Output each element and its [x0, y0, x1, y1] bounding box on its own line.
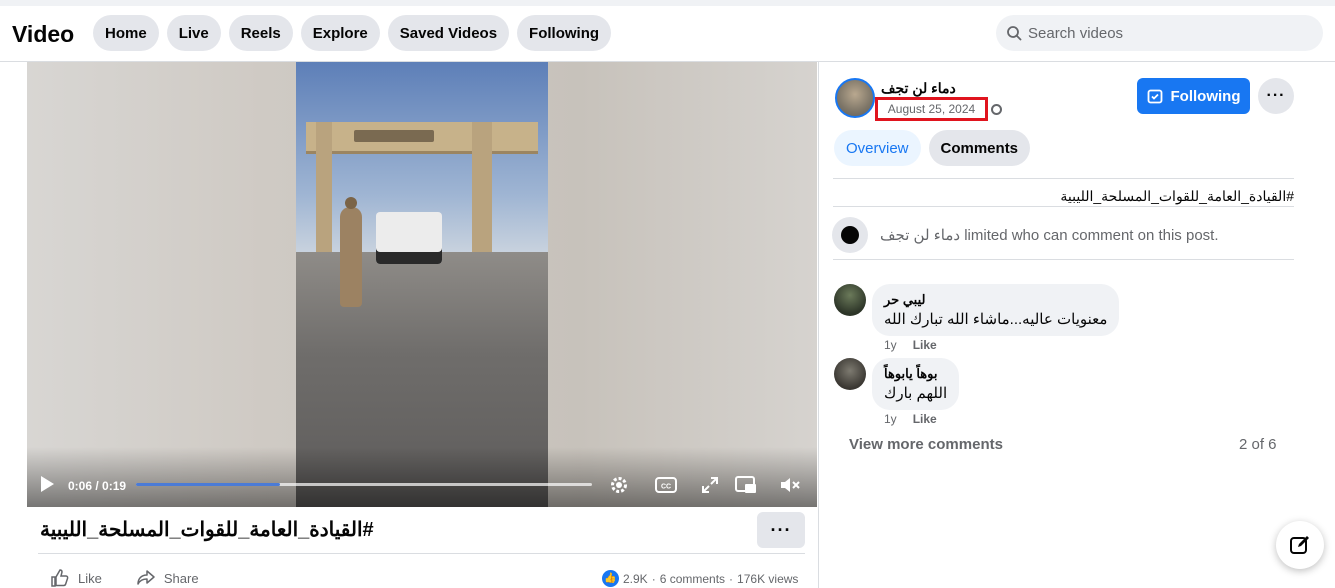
share-label: Share	[163, 570, 199, 586]
mute-icon[interactable]	[778, 473, 802, 497]
comment-like-button[interactable]: Like	[913, 338, 937, 352]
compose-icon	[1290, 536, 1309, 554]
post-date[interactable]: August 25, 2024	[875, 97, 988, 121]
comment-text: معنويات عاليه...ماشاء الله تبارك الله	[884, 311, 1108, 328]
divider	[38, 553, 805, 554]
commenter-name[interactable]: ليبي حر	[884, 292, 1107, 308]
video-timecode: 0:06 / 0:19	[68, 479, 127, 493]
reaction-count[interactable]: 2.9K	[623, 572, 648, 586]
comment-limit-text: دماء لن تجف limited who can comment on t…	[880, 227, 1219, 244]
video-player[interactable]: 0:06 / 0:19 CC	[27, 62, 817, 507]
post-hashtag[interactable]: #القيادة_العامة_للقوات_المسلحة_الليبية	[833, 188, 1294, 205]
comment-age[interactable]: 1y	[884, 338, 897, 352]
comment-meta: 1y Like	[884, 412, 937, 426]
search-icon	[1007, 26, 1022, 41]
share-icon	[137, 570, 155, 585]
following-check-icon	[1147, 89, 1162, 104]
view-count: 176K views	[737, 571, 799, 586]
comment-meta: 1y Like	[884, 338, 937, 352]
video-soldier	[340, 197, 362, 307]
more-options-button[interactable]: ···	[757, 512, 805, 548]
reaction-like-icon: 👍	[602, 570, 619, 587]
details-panel: دماء لن تجف August 25, 2024 Following ··…	[818, 62, 1335, 588]
video-frame	[296, 62, 548, 507]
post-title: #القيادة_العامة_للقوات_المسلحة_الليبية	[40, 519, 374, 541]
tab-overview[interactable]: Overview	[834, 130, 921, 166]
comment: بوهاً يابوهاً اللهم بارك	[834, 358, 960, 410]
search-box[interactable]	[996, 15, 1323, 51]
settings-icon[interactable]	[607, 473, 631, 497]
stats-separator: ·	[729, 571, 734, 586]
comment-counter: 2 of 6	[1239, 436, 1277, 453]
commenter-name[interactable]: بوهاً يابوهاً	[884, 366, 947, 382]
post-date-text: August 25, 2024	[887, 102, 976, 116]
captions-icon[interactable]: CC	[654, 473, 678, 497]
compose-button[interactable]	[1276, 521, 1324, 569]
svg-text:CC: CC	[661, 484, 671, 491]
comment-text: اللهم بارك	[884, 385, 948, 402]
more-icon: ···	[770, 519, 792, 540]
like-icon	[51, 569, 69, 587]
search-input[interactable]	[1028, 24, 1308, 42]
following-button[interactable]: Following	[1137, 78, 1250, 114]
globe-icon	[991, 104, 1002, 115]
stats-separator: ·	[651, 571, 656, 586]
nav-tab-saved-videos[interactable]: Saved Videos	[387, 15, 510, 51]
divider	[833, 259, 1294, 260]
nav-tab-live[interactable]: Live	[166, 15, 221, 51]
more-icon: ···	[1266, 87, 1286, 104]
avatar[interactable]	[835, 78, 875, 118]
tab-comments[interactable]: Comments	[928, 130, 1031, 166]
like-label: Like	[78, 570, 102, 586]
nav-tab-home[interactable]: Home	[93, 15, 159, 51]
video-gate	[306, 122, 538, 154]
view-more-comments-link[interactable]: View more comments	[849, 436, 1003, 453]
comment-bubble: ليبي حر معنويات عاليه...ماشاء الله تبارك…	[872, 284, 1120, 336]
following-label: Following	[1170, 87, 1241, 105]
share-button[interactable]: Share	[136, 568, 199, 588]
video-truck	[376, 212, 442, 264]
panel-tabs: Overview Comments	[834, 130, 1031, 166]
nav-tab-following[interactable]: Following	[517, 15, 612, 51]
author-more-button[interactable]: ···	[1258, 78, 1294, 114]
nav-tabs: Home Live Reels Explore Saved Videos Fol…	[93, 15, 612, 51]
comment-count[interactable]: 6 comments	[660, 572, 725, 586]
commenter-avatar[interactable]	[834, 358, 866, 390]
play-icon[interactable]	[41, 476, 54, 492]
comment-like-button[interactable]: Like	[913, 412, 937, 426]
nav-tab-explore[interactable]: Explore	[300, 15, 380, 51]
limited-comments-icon	[832, 217, 868, 253]
author-name[interactable]: دماء لن تجف	[881, 80, 956, 97]
miniplayer-icon[interactable]	[734, 473, 758, 497]
like-button[interactable]: Like	[50, 568, 102, 588]
commenter-avatar[interactable]	[834, 284, 866, 316]
video-controls: 0:06 / 0:19 CC	[27, 463, 817, 507]
page-title: Video	[12, 21, 75, 47]
fullscreen-icon[interactable]	[698, 473, 722, 497]
top-bar: Video Home Live Reels Explore Saved Vide…	[0, 0, 1335, 62]
video-gate-pillar	[316, 122, 332, 252]
comment-age[interactable]: 1y	[884, 412, 897, 426]
post-actions: Like Share	[50, 568, 199, 588]
divider	[833, 178, 1294, 179]
divider	[833, 206, 1294, 207]
nav-tab-reels[interactable]: Reels	[228, 15, 293, 51]
comment-bubble: بوهاً يابوهاً اللهم بارك	[872, 358, 960, 410]
post-stats: 👍 2.9K · 6 comments · 176K views	[602, 570, 798, 587]
comment: ليبي حر معنويات عاليه...ماشاء الله تبارك…	[834, 284, 1120, 336]
video-gate-pillar	[472, 122, 492, 252]
video-progress-track[interactable]	[136, 483, 592, 486]
video-progress-fill	[136, 483, 281, 486]
comment-limit-notice: دماء لن تجف limited who can comment on t…	[832, 217, 1219, 253]
